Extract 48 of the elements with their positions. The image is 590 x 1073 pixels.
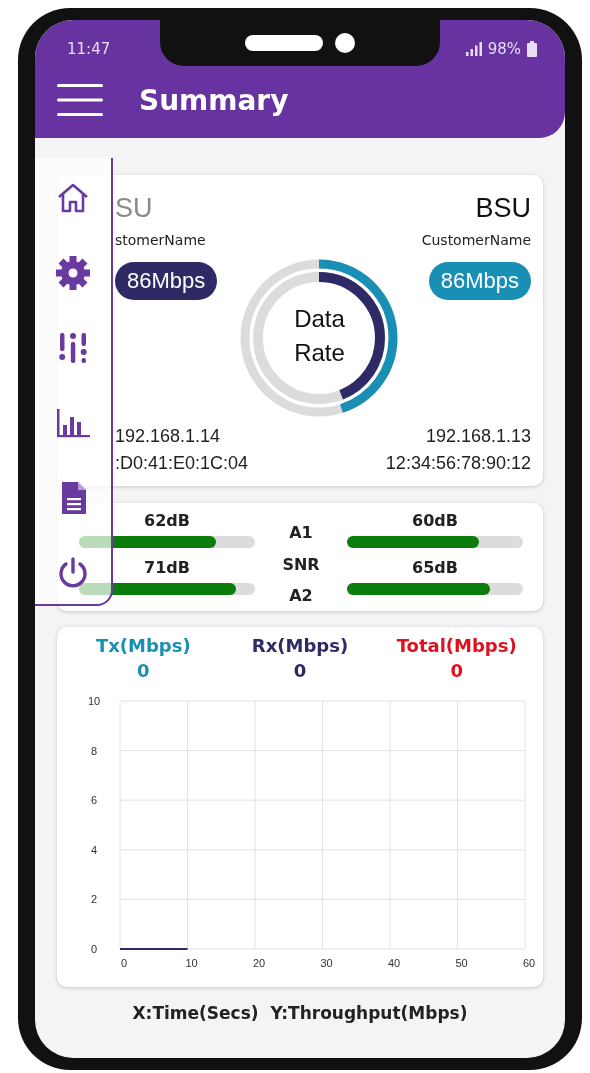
snr-reading: 65dB (411, 558, 459, 579)
x-tick-label: 50 (455, 957, 468, 969)
x-tick-label: 30 (320, 957, 333, 969)
battery-percent: 98% (487, 40, 521, 58)
menu-icon (57, 83, 103, 117)
snr-reading: 62dB (143, 511, 191, 532)
x-tick-label: 20 (252, 957, 266, 969)
customer-name: CustomerName (421, 232, 531, 248)
snr-reading: 71dB (143, 558, 191, 579)
y-tick-label: 6 (90, 794, 98, 807)
page-title: Summary (139, 83, 289, 117)
snr-label: A2 (289, 586, 313, 605)
y-tick-label: 4 (90, 843, 98, 856)
gear-icon (55, 255, 91, 291)
x-tick-label: 0 (120, 957, 128, 969)
rate-badge: 86Mbps (428, 262, 531, 300)
ip-address: 192.168.1.14 (115, 426, 221, 447)
y-tick-label: 2 (90, 893, 98, 906)
gauge-label: Data Rate (293, 304, 346, 368)
stat-value: 0 (293, 660, 307, 681)
unit-title: BSU (475, 193, 531, 224)
status-time: 11:47 (67, 40, 111, 58)
stat-label: Total(Mbps) (396, 635, 517, 656)
y-tick-label: 10 (87, 695, 101, 707)
axis-caption: X:Time(Secs) Y:Throughput(Mbps) (131, 1003, 469, 1023)
stat-label: Tx(Mbps) (95, 635, 191, 656)
signal-icon (465, 42, 482, 56)
ip-address: 192.168.1.13 (425, 426, 531, 447)
mac-address: :D0:41:E0:1C:04 (115, 453, 249, 474)
stat-label: Rx(Mbps) (251, 635, 349, 656)
unit-title: SU (115, 193, 153, 224)
battery-icon (527, 41, 537, 57)
stat-value: 0 (137, 660, 150, 681)
snr-reading: 60dB (411, 511, 459, 532)
stat-value: 0 (450, 660, 463, 681)
y-tick-label: 0 (90, 943, 98, 955)
drawer-item[interactable] (53, 253, 93, 293)
menu-button[interactable] (57, 83, 103, 117)
x-tick-label: 60 (522, 957, 535, 969)
snr-label: SNR (282, 554, 320, 574)
x-tick-label: 40 (387, 957, 401, 969)
customer-name: stomerName (115, 232, 206, 248)
camera-dot (335, 33, 355, 53)
rate-badge: 86Mbps (115, 262, 218, 300)
x-tick-label: 10 (185, 957, 198, 969)
mac-address: 12:34:56:78:90:12 (385, 453, 531, 474)
snr-label: A1 (289, 523, 313, 542)
y-tick-label: 8 (90, 744, 98, 757)
